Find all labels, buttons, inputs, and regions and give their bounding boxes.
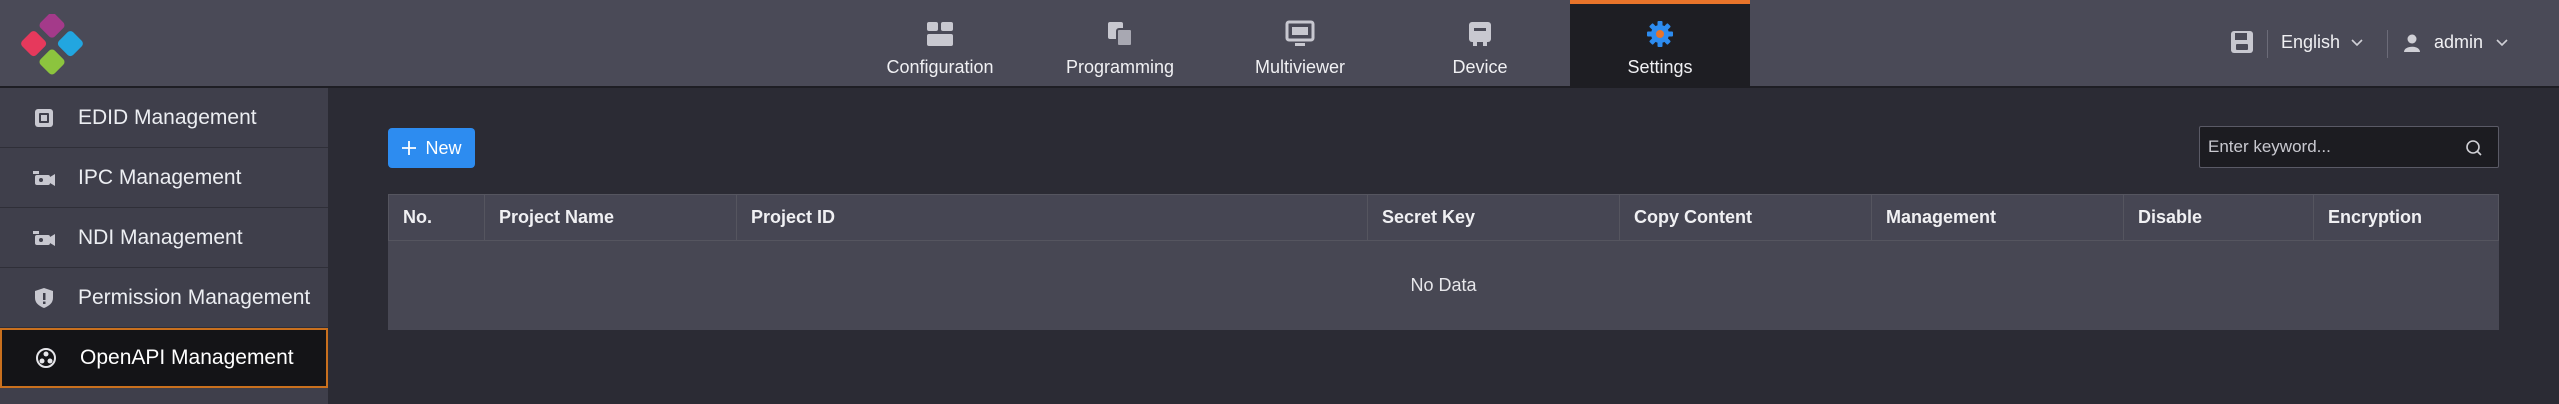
column-header-encryption[interactable]: Encryption (2314, 195, 2498, 240)
sidebar-item-label: EDID Management (78, 105, 257, 129)
tab-label: Device (1452, 57, 1508, 77)
tab-device[interactable]: Device (1390, 0, 1570, 88)
sidebar-item-edid[interactable]: EDID Management (0, 88, 328, 148)
new-button[interactable]: New (388, 128, 475, 168)
user-name: admin (2434, 32, 2484, 52)
table-header: No. Project Name Project ID Secret Key C… (388, 194, 2499, 241)
sidebar-item-label: IPC Management (78, 165, 242, 189)
edid-icon (32, 106, 56, 130)
tab-label: Settings (1627, 57, 1693, 77)
sidebar-item-openapi[interactable]: OpenAPI Management (0, 328, 328, 388)
empty-state-text: No Data (1410, 275, 1477, 295)
tab-multiviewer[interactable]: Multiviewer (1210, 0, 1390, 88)
multiviewer-icon (1283, 17, 1317, 51)
app-logo[interactable] (10, 14, 94, 76)
sidebar-item-permission[interactable]: Permission Management (0, 268, 328, 328)
chevron-down-icon (2351, 38, 2363, 46)
sidebar-item-label: NDI Management (78, 225, 243, 249)
tab-settings[interactable]: Settings (1570, 0, 1750, 88)
tab-label: Configuration (886, 57, 994, 77)
sidebar-item-label: OpenAPI Management (80, 346, 294, 369)
table-body: No Data (388, 241, 2499, 330)
sidebar-item-ipc[interactable]: IPC Management (0, 148, 328, 208)
column-header-copy-content[interactable]: Copy Content (1620, 195, 1872, 240)
tab-label: Programming (1065, 57, 1175, 77)
settings-gear-icon (1643, 17, 1677, 51)
header-tools: English admin (2219, 0, 2559, 88)
sidebar-item-ndi[interactable]: NDI Management (0, 208, 328, 268)
user-icon (2404, 34, 2420, 52)
sidebar: EDID Management IPC Management NDI Manag… (0, 88, 328, 404)
tab-programming[interactable]: Programming (1030, 0, 1210, 88)
language-select[interactable]: English (2281, 32, 2364, 53)
divider (2387, 30, 2388, 58)
column-header-secret-key[interactable]: Secret Key (1368, 195, 1620, 240)
column-header-disable[interactable]: Disable (2124, 195, 2314, 240)
device-icon (1463, 17, 1497, 51)
shield-icon (32, 286, 56, 310)
ipc-camera-icon (32, 166, 56, 190)
divider (2267, 30, 2268, 58)
save-icon[interactable] (2229, 29, 2255, 55)
search-icon[interactable] (2464, 138, 2484, 158)
main-nav: Configuration Programming Multiviewer De… (850, 0, 1750, 88)
api-icon (34, 346, 58, 370)
new-button-label: New (425, 137, 462, 158)
language-label: English (2281, 32, 2341, 52)
plus-icon (402, 141, 417, 155)
sidebar-item-label: Permission Management (78, 285, 311, 309)
column-header-project-name[interactable]: Project Name (485, 195, 737, 240)
search-box (2199, 126, 2499, 168)
chevron-down-icon (2496, 38, 2508, 46)
column-header-management[interactable]: Management (1872, 195, 2124, 240)
main-content: New No. Project Name Project ID Secret K… (328, 88, 2559, 404)
column-header-no[interactable]: No. (389, 195, 485, 240)
tab-configuration[interactable]: Configuration (850, 0, 1030, 88)
ndi-camera-icon (32, 226, 56, 250)
top-bar: Configuration Programming Multiviewer De… (0, 0, 2559, 88)
user-menu[interactable]: admin (2402, 32, 2509, 53)
column-header-project-id[interactable]: Project ID (737, 195, 1368, 240)
projects-table: No. Project Name Project ID Secret Key C… (388, 194, 2499, 330)
search-input[interactable] (2200, 127, 2450, 167)
tab-label: Multiviewer (1254, 57, 1346, 77)
programming-icon (1103, 17, 1137, 51)
configuration-icon (923, 17, 957, 51)
